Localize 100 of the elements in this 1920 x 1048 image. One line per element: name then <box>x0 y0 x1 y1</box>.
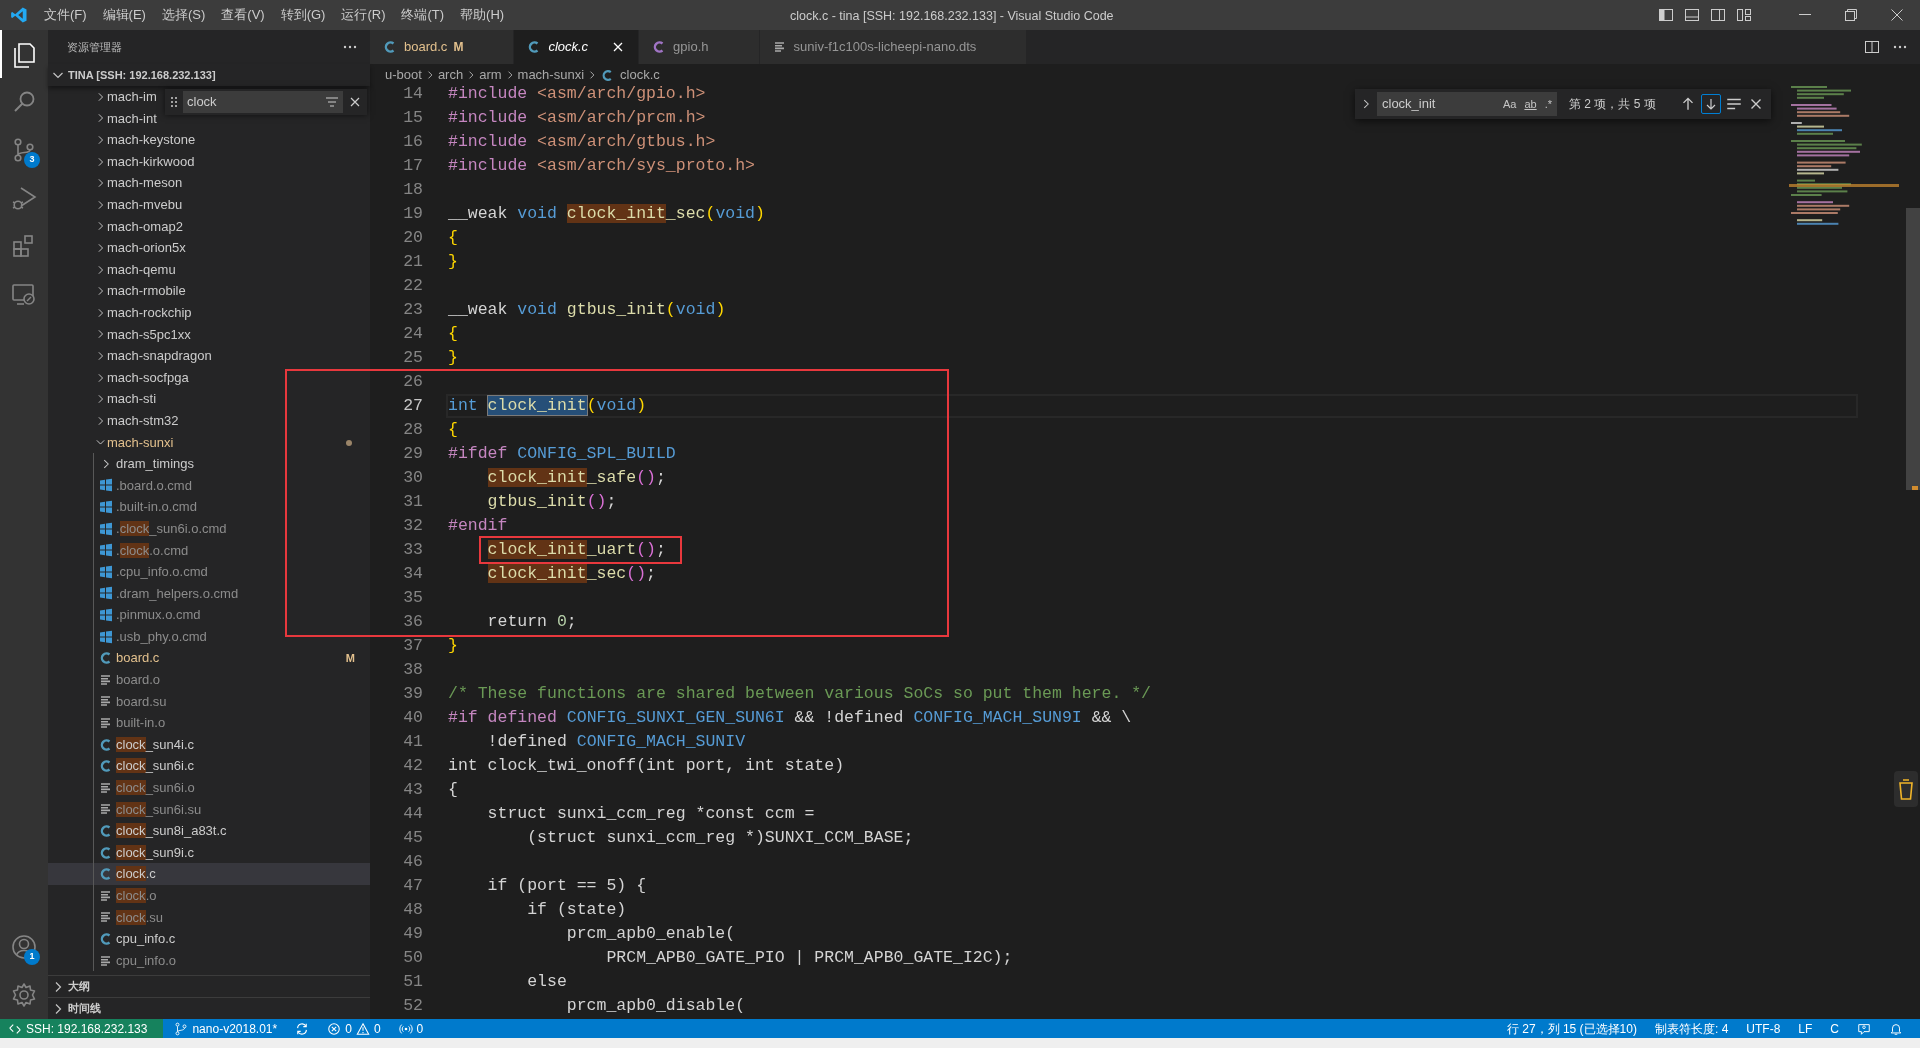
status-item[interactable]: UTF-8 <box>1739 1019 1788 1038</box>
file-item[interactable]: clock_sun8i_a83t.c <box>48 820 370 842</box>
status-item[interactable]: C <box>1823 1019 1846 1038</box>
file-item[interactable]: .board.o.cmd <box>48 474 370 497</box>
file-item[interactable]: clock_sun9i.c <box>48 841 370 864</box>
feedback-icon <box>1857 1021 1871 1036</box>
status-item[interactable]: 0 <box>391 1019 431 1038</box>
line-number: 15 <box>402 106 423 129</box>
editor-tab[interactable]: clock.c <box>514 30 640 64</box>
folder-item[interactable]: mach-sunxi <box>48 431 370 454</box>
line-number: 42 <box>402 754 423 777</box>
toggle-panel-icon[interactable] <box>1684 7 1700 23</box>
next-match-button[interactable] <box>1701 94 1721 114</box>
filter-icon[interactable] <box>325 95 339 109</box>
status-item[interactable]: SSH: 192.168.232.133 <box>0 1019 164 1038</box>
find-option-toggle[interactable]: Aa <box>1500 95 1519 113</box>
file-item[interactable]: clock.c <box>48 863 370 885</box>
status-item[interactable]: 行 27，列 15 (已选择10) <box>1499 1019 1644 1038</box>
filter-field[interactable]: clock <box>183 91 343 113</box>
find-option-toggle[interactable]: .* <box>1542 95 1554 113</box>
file-item[interactable]: cpu_info.c <box>48 928 370 950</box>
panel-header[interactable]: 大纲 <box>48 975 370 997</box>
file-item[interactable]: board.su <box>48 690 370 713</box>
folder-item[interactable]: dram_timings <box>48 453 370 475</box>
breadcrumb-item[interactable]: arch <box>437 65 464 85</box>
file-item[interactable]: .dram_helpers.o.cmd <box>48 582 370 605</box>
match-count: 第 2 项，共 5 项 <box>1569 96 1656 113</box>
toggle-sidebar-icon[interactable] <box>1658 7 1674 23</box>
workspace-root[interactable]: TINA [SSH: 192.168.232.133] <box>48 64 370 86</box>
code-line: __weak void gtbus_init(void) <box>448 298 726 321</box>
folder-item[interactable]: mach-meson <box>48 172 370 194</box>
line-number: 31 <box>402 490 423 513</box>
customize-layout-icon[interactable] <box>1736 7 1752 23</box>
breadcrumb-item[interactable]: clock.c <box>600 65 660 85</box>
editor-tab[interactable]: gpio.h <box>639 30 760 64</box>
file-item[interactable]: clock_sun4i.c <box>48 733 370 756</box>
status-item[interactable]: 0 0 <box>320 1019 388 1038</box>
file-item[interactable]: board.o <box>48 669 370 691</box>
file-item[interactable]: board.c M <box>48 647 370 670</box>
menu-item[interactable]: 查看(V) <box>213 0 273 30</box>
folder-item[interactable]: mach-rmobile <box>48 280 370 302</box>
settings-icon[interactable] <box>10 981 38 1009</box>
line-number: 14 <box>402 86 423 105</box>
status-item[interactable]: nano-v2018.01* <box>167 1019 285 1038</box>
code-line: struct sunxi_ccm_reg *const ccm = <box>486 802 815 825</box>
folder-item[interactable]: mach-omap2 <box>48 215 370 238</box>
folder-item[interactable]: mach-mvebu <box>48 193 370 216</box>
line-number: 48 <box>402 898 423 921</box>
folder-item[interactable]: mach-s5pc1xx <box>48 323 370 346</box>
breadcrumb-item[interactable]: u-boot <box>385 65 422 85</box>
find-option-toggle[interactable]: ab <box>1522 95 1539 113</box>
menu-item[interactable]: 终端(T) <box>393 0 453 30</box>
accounts-icon[interactable] <box>10 933 38 961</box>
editor-tab[interactable]: suniv-f1c100s-licheepi-nano.dts <box>759 30 1028 64</box>
file-item[interactable]: .pinmux.o.cmd <box>48 604 370 626</box>
breadcrumb-item[interactable]: mach-sunxi <box>517 65 585 85</box>
folder-item[interactable]: mach-socfpga <box>48 366 370 389</box>
folder-item[interactable]: mach-sti <box>48 388 370 410</box>
line-number: 26 <box>402 370 423 393</box>
folder-item[interactable]: mach-int <box>48 107 165 130</box>
menu-item[interactable]: 文件(F) <box>36 0 95 30</box>
code-line: if (port == 5) { <box>486 874 647 897</box>
find-field[interactable]: clock_init Aa ab .* <box>1377 92 1557 116</box>
folder-item[interactable]: mach-orion5x <box>48 237 370 259</box>
menu-item[interactable]: 运行(R) <box>333 0 394 30</box>
menu-item[interactable]: 帮助(H) <box>452 0 513 30</box>
file-item[interactable]: .usb_phy.o.cmd <box>48 625 370 648</box>
minimize-icon <box>1799 14 1811 16</box>
cup-icon[interactable] <box>1894 771 1918 807</box>
folder-item[interactable]: mach-im <box>48 86 165 108</box>
status-item[interactable]: LF <box>1791 1019 1820 1038</box>
status-item[interactable]: 制表符长度: 4 <box>1647 1019 1736 1038</box>
menu-item[interactable]: 转到(G) <box>272 0 334 30</box>
file-item[interactable]: .built-in.o.cmd <box>48 496 370 518</box>
code-line: { <box>448 778 458 801</box>
line-number: 39 <box>402 682 423 705</box>
menu-item[interactable]: 选择(S) <box>153 0 214 30</box>
line-number: 47 <box>402 874 423 897</box>
file-item[interactable]: built-in.o <box>48 712 370 734</box>
file-item[interactable]: .clock.o.cmd <box>48 539 370 562</box>
menu-item[interactable]: 编辑(E) <box>94 0 154 30</box>
file-item[interactable]: cpu_info.o <box>48 949 370 972</box>
code-line: { <box>448 322 458 345</box>
folder-item[interactable]: mach-kirkwood <box>48 150 370 173</box>
folder-item[interactable]: mach-keystone <box>48 129 370 151</box>
breadcrumb-item[interactable]: arm <box>479 65 502 85</box>
scrollbar-thumb[interactable] <box>1906 208 1920 490</box>
toggle-secondary-sidebar-icon[interactable] <box>1710 7 1726 23</box>
folder-item[interactable]: mach-snapdragon <box>48 345 370 367</box>
file-item[interactable]: clock_sun6i.c <box>48 755 370 777</box>
sidebar-title: 资源管理器 <box>67 39 122 55</box>
file-item[interactable]: .clock_sun6i.o.cmd <box>48 517 370 540</box>
editor-tab[interactable]: board.c M <box>370 30 515 64</box>
drag-handle-icon[interactable] <box>169 95 179 109</box>
run-debug-icon[interactable] <box>10 184 38 212</box>
folder-item[interactable]: mach-stm32 <box>48 409 370 432</box>
folder-item[interactable]: mach-rockchip <box>48 301 370 324</box>
file-item[interactable]: .cpu_info.o.cmd <box>48 561 370 583</box>
folder-item[interactable]: mach-qemu <box>48 258 370 281</box>
split-editor-icon[interactable] <box>1864 39 1880 55</box>
